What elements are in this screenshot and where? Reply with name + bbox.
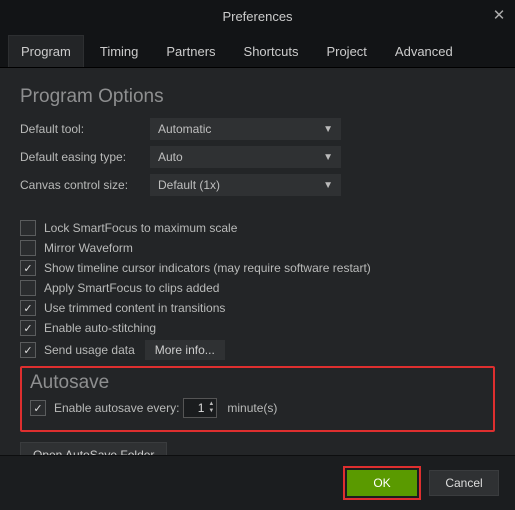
- row-default-easing: Default easing type: Auto ▼: [20, 146, 495, 168]
- tab-advanced[interactable]: Advanced: [383, 36, 465, 67]
- checkbox-use-trimmed[interactable]: [20, 300, 36, 316]
- tab-program[interactable]: Program: [8, 35, 84, 67]
- more-info-button[interactable]: More info...: [145, 340, 225, 360]
- label-apply-smartfocus: Apply SmartFocus to clips added: [44, 281, 219, 295]
- row-usage-data: Send usage data More info...: [20, 340, 495, 360]
- checkbox-mirror-waveform[interactable]: [20, 240, 36, 256]
- label-use-trimmed: Use trimmed content in transitions: [44, 301, 225, 315]
- chevron-down-icon: ▼: [323, 180, 333, 191]
- tab-project[interactable]: Project: [314, 36, 378, 67]
- row-show-cursor: Show timeline cursor indicators (may req…: [20, 260, 495, 276]
- open-autosave-folder-button[interactable]: Open AutoSave Folder: [20, 442, 167, 455]
- autosave-highlight-box: Autosave Enable autosave every: ▲▼ minut…: [20, 366, 495, 432]
- close-icon[interactable]: ✕: [491, 8, 507, 24]
- window-title: Preferences: [222, 9, 292, 24]
- label-default-tool: Default tool:: [20, 122, 150, 136]
- select-canvas-size[interactable]: Default (1x) ▼: [150, 174, 341, 196]
- select-default-tool-value: Automatic: [158, 122, 211, 136]
- section-title-autosave: Autosave: [30, 372, 485, 394]
- checkbox-usage-data[interactable]: [20, 342, 36, 358]
- select-default-easing[interactable]: Auto ▼: [150, 146, 341, 168]
- row-use-trimmed: Use trimmed content in transitions: [20, 300, 495, 316]
- label-canvas-size: Canvas control size:: [20, 178, 150, 192]
- select-default-tool[interactable]: Automatic ▼: [150, 118, 341, 140]
- checkbox-show-cursor[interactable]: [20, 260, 36, 276]
- tab-shortcuts[interactable]: Shortcuts: [232, 36, 311, 67]
- ok-button[interactable]: OK: [347, 470, 417, 496]
- select-default-easing-value: Auto: [158, 150, 183, 164]
- dialog-footer: OK Cancel: [0, 455, 515, 510]
- titlebar: Preferences ✕: [0, 0, 515, 32]
- label-auto-stitch: Enable auto-stitching: [44, 321, 156, 335]
- tab-bar: Program Timing Partners Shortcuts Projec…: [0, 32, 515, 68]
- chevron-down-icon: ▼: [323, 124, 333, 135]
- checkbox-auto-stitch[interactable]: [20, 320, 36, 336]
- label-default-easing: Default easing type:: [20, 150, 150, 164]
- tab-partners[interactable]: Partners: [154, 36, 227, 67]
- label-mirror-waveform: Mirror Waveform: [44, 241, 133, 255]
- row-lock-smartfocus: Lock SmartFocus to maximum scale: [20, 220, 495, 236]
- autosave-unit-label: minute(s): [227, 401, 277, 415]
- autosave-interval-input[interactable]: [184, 401, 206, 415]
- row-mirror-waveform: Mirror Waveform: [20, 240, 495, 256]
- label-show-cursor: Show timeline cursor indicators (may req…: [44, 261, 371, 275]
- row-default-tool: Default tool: Automatic ▼: [20, 118, 495, 140]
- checkbox-lock-smartfocus[interactable]: [20, 220, 36, 236]
- tab-timing[interactable]: Timing: [88, 36, 151, 67]
- row-apply-smartfocus: Apply SmartFocus to clips added: [20, 280, 495, 296]
- checkbox-enable-autosave[interactable]: [30, 400, 46, 416]
- row-auto-stitch: Enable auto-stitching: [20, 320, 495, 336]
- row-canvas-size: Canvas control size: Default (1x) ▼: [20, 174, 495, 196]
- label-lock-smartfocus: Lock SmartFocus to maximum scale: [44, 221, 237, 235]
- label-enable-autosave: Enable autosave every:: [54, 401, 179, 415]
- chevron-down-icon: ▼: [323, 152, 333, 163]
- section-title-program-options: Program Options: [20, 86, 495, 108]
- preferences-window: Preferences ✕ Program Timing Partners Sh…: [0, 0, 515, 510]
- cancel-button[interactable]: Cancel: [429, 470, 499, 496]
- select-canvas-size-value: Default (1x): [158, 178, 220, 192]
- spinner-arrows[interactable]: ▲▼: [206, 401, 216, 415]
- label-usage-data: Send usage data: [44, 343, 135, 357]
- autosave-interval-spinner[interactable]: ▲▼: [183, 398, 217, 418]
- row-enable-autosave: Enable autosave every: ▲▼ minute(s): [30, 398, 485, 418]
- checkbox-apply-smartfocus[interactable]: [20, 280, 36, 296]
- content-area: Program Options Default tool: Automatic …: [0, 68, 515, 455]
